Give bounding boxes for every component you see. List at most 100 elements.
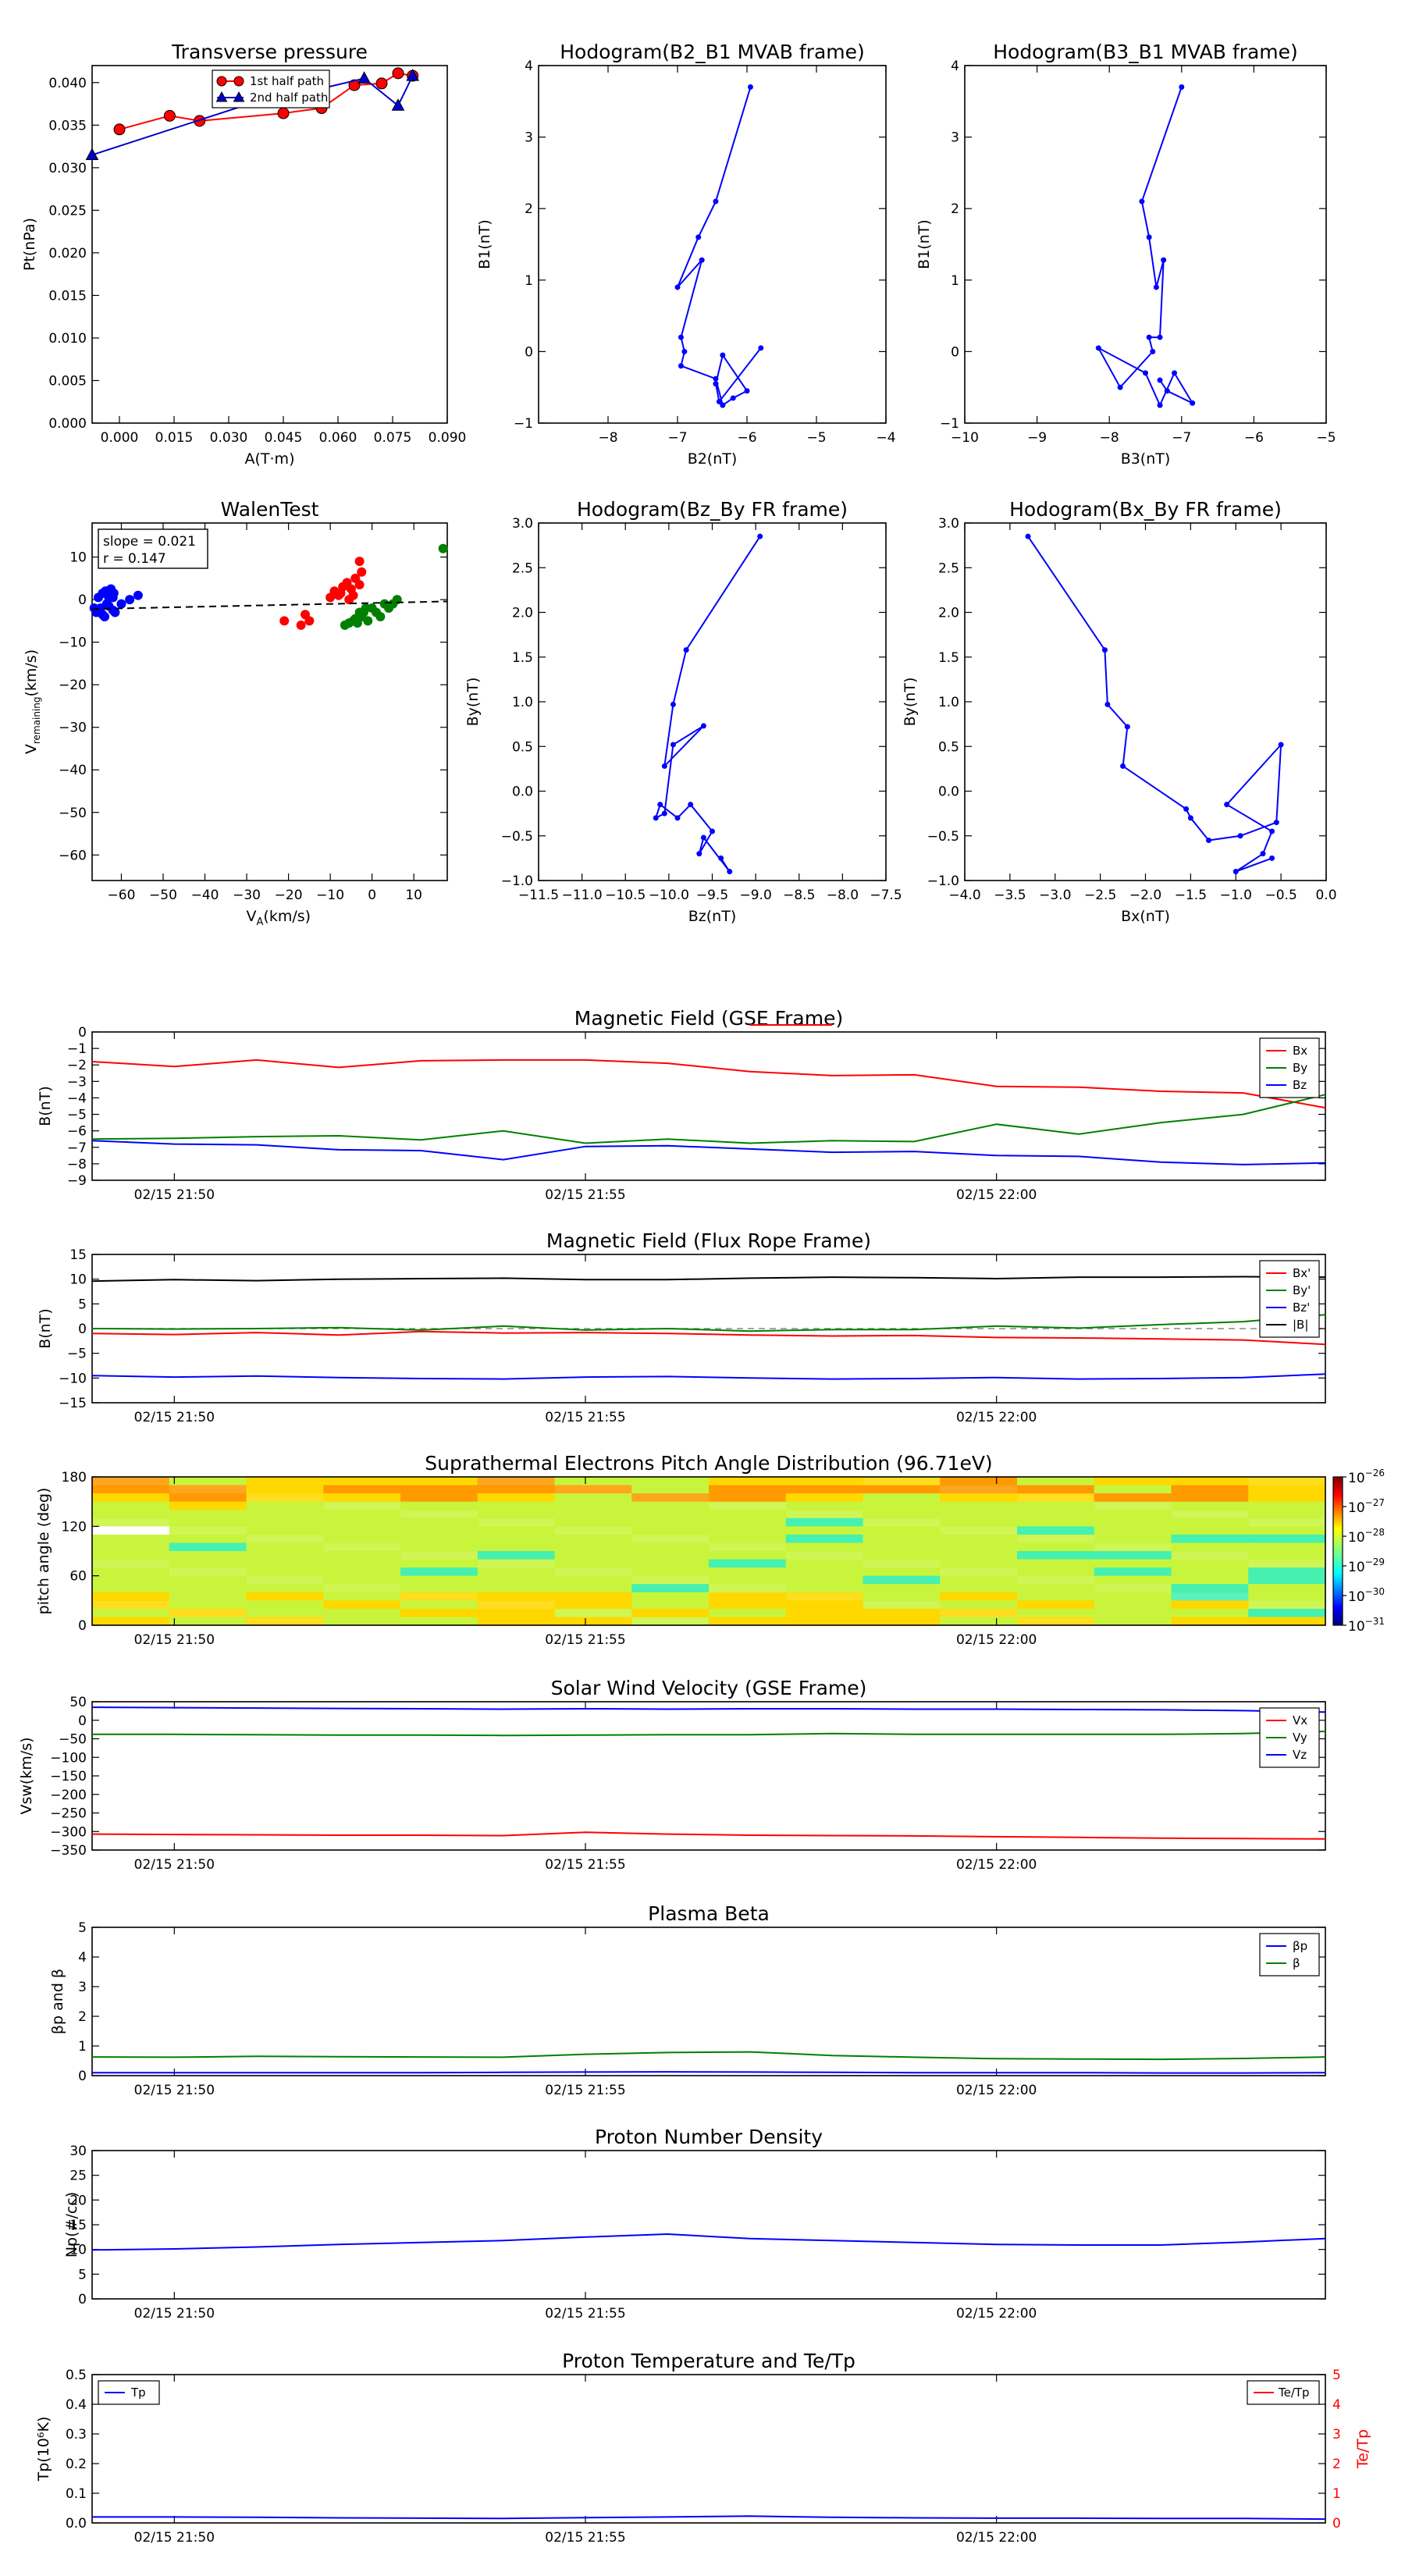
h3-xtick-label: −10.0 [649, 888, 689, 903]
tp-ytick-label: 0.2 [66, 2457, 87, 2472]
h4-ytick-label: 0.0 [938, 785, 959, 800]
pad-cell [323, 1567, 401, 1577]
walen-series-2-point [438, 543, 448, 553]
h3-point [657, 802, 663, 808]
pad-colorbar-base: 10 [1348, 1619, 1365, 1635]
h4-point [1232, 869, 1239, 875]
pad-cell [785, 1485, 864, 1494]
pad-cell [1017, 1617, 1095, 1626]
h3-title: Hodogram(Bz_By FR frame) [577, 498, 848, 521]
h4-series-line [1027, 535, 1282, 873]
tp-ytick2-label: 2 [1332, 2457, 1341, 2472]
vsw-ytick-label: −300 [50, 1824, 87, 1840]
pad-cell [940, 1485, 1018, 1494]
walen-series-0-point [98, 610, 108, 620]
beta-xtick-label: 02/15 21:55 [545, 2083, 625, 2098]
np-xtick-label: 02/15 21:55 [545, 2306, 625, 2322]
pad-cell [400, 1584, 478, 1593]
pad-cell [1171, 1551, 1249, 1560]
pad-cell [709, 1567, 787, 1577]
h2-point [1157, 402, 1163, 408]
pad-cell [940, 1592, 1018, 1601]
pad-cell [863, 1501, 941, 1510]
pad-cell [940, 1510, 1018, 1519]
pad-cell [169, 1551, 247, 1560]
pad-cell [709, 1534, 787, 1544]
np-ytick-label: 25 [69, 2169, 87, 2184]
pad-cell [709, 1493, 787, 1503]
pad-cell [1171, 1608, 1249, 1618]
pad-cell [1017, 1534, 1095, 1544]
pad-cell [169, 1534, 247, 1544]
pad-cell [631, 1542, 710, 1552]
pad-cell [1017, 1567, 1095, 1577]
pad-cell [169, 1617, 247, 1626]
tp-ytick2-label: 0 [1332, 2516, 1341, 2532]
walen-series-0-point [133, 590, 143, 600]
walen-xtick-label: −60 [108, 888, 136, 903]
tp-ytick-label: 0.4 [66, 2397, 87, 2413]
h4-xtick-label: −1.0 [1220, 888, 1252, 903]
pad-cell [92, 1592, 170, 1601]
pad-cell [1017, 1493, 1095, 1503]
vsw-ytick-label: −200 [50, 1788, 87, 1803]
h1-point [678, 363, 684, 369]
walen-ylabel-sub: remaining [31, 697, 42, 745]
pad-cell [1171, 1526, 1249, 1535]
pad-cell [940, 1526, 1018, 1535]
pad-cell [554, 1551, 632, 1560]
pad-cell [1171, 1493, 1249, 1503]
pad-cell [863, 1617, 941, 1626]
pad-xtick-label: 02/15 21:55 [545, 1632, 625, 1648]
pad-cell [169, 1542, 247, 1552]
h4-point [1101, 647, 1108, 653]
beta-frame [91, 1927, 1326, 2076]
bgse-ytick-label: −1 [67, 1041, 87, 1057]
pad-cell [554, 1584, 632, 1593]
pad-cell [1248, 1501, 1326, 1510]
pad-cell [246, 1600, 324, 1610]
h4-ytick-label: 0.5 [938, 739, 959, 755]
h3-ytick-label: 0.5 [512, 739, 533, 755]
walen-series-2-point [363, 616, 373, 626]
h3-frame [538, 522, 887, 881]
bgse-ytick-label: −5 [67, 1108, 87, 1123]
pad-cell [1248, 1485, 1326, 1494]
h1-point [678, 334, 684, 340]
pt-legend-label: 1st half path [250, 74, 324, 88]
pad-cell [400, 1510, 478, 1519]
h2-xtick-label: −10 [951, 430, 979, 446]
vsw-series-1-line [92, 1731, 1326, 1737]
pad-cell [400, 1534, 478, 1544]
h3-ytick-label: 2.0 [512, 606, 533, 621]
bgse-ylabel: B(nT) [37, 1086, 54, 1126]
h1-point [720, 352, 726, 358]
pt-xtick-label: 0.030 [210, 430, 248, 446]
np-ytick-label: 30 [69, 2144, 87, 2159]
pad-cell [1171, 1575, 1249, 1585]
bgse-ytick-label: −7 [67, 1140, 87, 1156]
pad-cell [246, 1592, 324, 1601]
walen-series-1-point [304, 616, 315, 626]
tp-ytick2-label: 5 [1332, 2368, 1341, 2383]
walen-xtick-label: −40 [191, 888, 219, 903]
h3-ytick-label: −0.5 [501, 829, 533, 845]
h1-frame [538, 65, 887, 424]
pad-colorbar-exp: −27 [1365, 1497, 1385, 1508]
walen-annotation-r: r = 0.147 [103, 551, 166, 567]
h3-point [688, 802, 694, 808]
walen-chart: −60 −50 −40 −30 −20 −10 0 10 −60 −50 −40 −30 −20 −10 0… [23, 498, 448, 928]
pad-cell [1017, 1510, 1095, 1519]
h1-xtick-label: −5 [806, 430, 826, 446]
vsw-ytick-label: −50 [59, 1732, 87, 1748]
pad-cell [554, 1477, 632, 1486]
h1-ylabel: B1(nT) [476, 219, 493, 269]
np-xtick-label: 02/15 21:50 [134, 2306, 215, 2322]
bfr-series-3-line [91, 1276, 1326, 1283]
pt-ytick-label: 0.005 [48, 373, 87, 389]
walen-ytick-label: −40 [59, 763, 87, 778]
bfr-title: Magnetic Field (Flux Rope Frame) [546, 1229, 871, 1252]
pad-cell [1094, 1592, 1172, 1601]
pad-cell [631, 1575, 710, 1585]
pad-cell [709, 1608, 787, 1618]
